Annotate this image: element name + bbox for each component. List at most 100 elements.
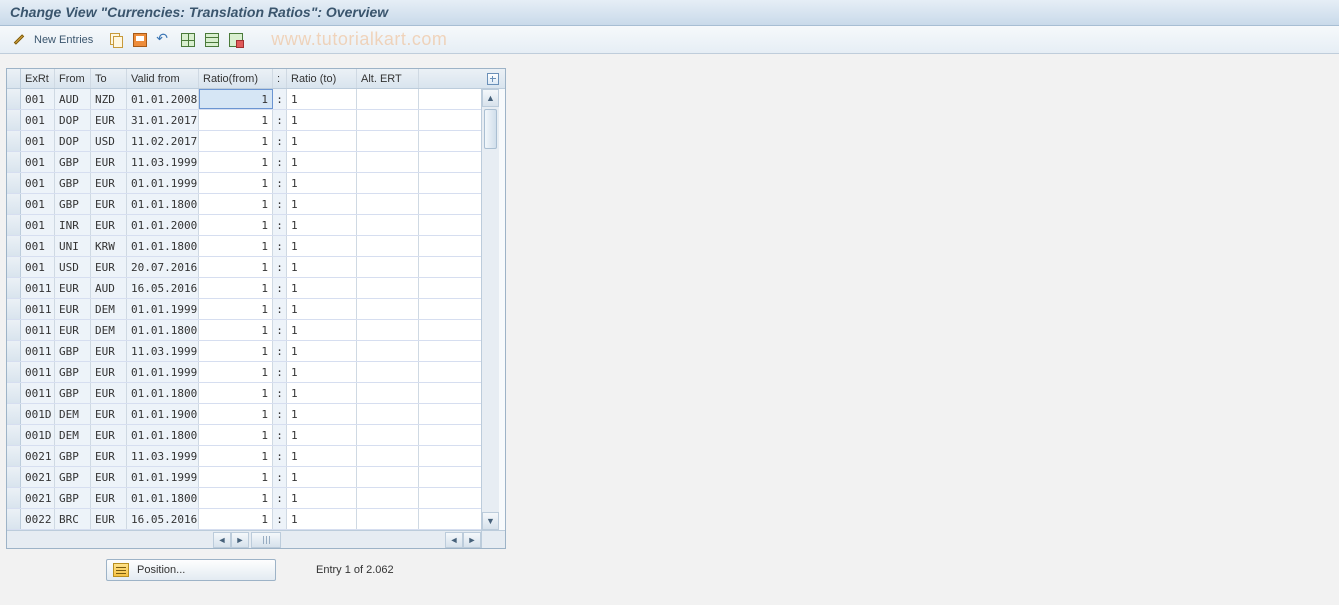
cell-from[interactable]: GBP: [55, 467, 91, 487]
cell-alt-ert[interactable]: [357, 152, 419, 172]
cell-exrt[interactable]: 001: [21, 194, 55, 214]
table-row[interactable]: 001DOPUSD11.02.20171:1: [7, 131, 481, 152]
row-selector[interactable]: [7, 362, 21, 382]
cell-alt-ert[interactable]: [357, 299, 419, 319]
hscroll-right2-icon[interactable]: ►: [463, 532, 481, 548]
cell-ratio-from[interactable]: 1: [199, 257, 273, 277]
select-all-icon[interactable]: [179, 31, 197, 49]
row-selector[interactable]: [7, 278, 21, 298]
cell-alt-ert[interactable]: [357, 404, 419, 424]
col-from[interactable]: From: [55, 69, 91, 88]
cell-to[interactable]: USD: [91, 131, 127, 151]
cell-to[interactable]: EUR: [91, 194, 127, 214]
cell-ratio-from[interactable]: 1: [199, 509, 273, 529]
cell-exrt[interactable]: 001: [21, 215, 55, 235]
cell-ratio-to[interactable]: 1: [287, 488, 357, 508]
col-exrt[interactable]: ExRt: [21, 69, 55, 88]
cell-alt-ert[interactable]: [357, 341, 419, 361]
cell-exrt[interactable]: 0011: [21, 299, 55, 319]
cell-to[interactable]: EUR: [91, 110, 127, 130]
cell-ratio-from[interactable]: 1: [199, 173, 273, 193]
cell-alt-ert[interactable]: [357, 362, 419, 382]
cell-valid-from[interactable]: 01.01.1900: [127, 404, 199, 424]
cell-ratio-from[interactable]: 1: [199, 194, 273, 214]
table-row[interactable]: 0011GBPEUR11.03.19991:1: [7, 341, 481, 362]
select-block-icon[interactable]: [203, 31, 221, 49]
cell-valid-from[interactable]: 11.02.2017: [127, 131, 199, 151]
table-row[interactable]: 0021GBPEUR01.01.19991:1: [7, 467, 481, 488]
cell-valid-from[interactable]: 01.01.1800: [127, 488, 199, 508]
cell-to[interactable]: DEM: [91, 320, 127, 340]
cell-alt-ert[interactable]: [357, 236, 419, 256]
row-selector[interactable]: [7, 299, 21, 319]
cell-valid-from[interactable]: 20.07.2016: [127, 257, 199, 277]
cell-alt-ert[interactable]: [357, 425, 419, 445]
cell-alt-ert[interactable]: [357, 194, 419, 214]
cell-valid-from[interactable]: 01.01.1800: [127, 194, 199, 214]
row-selector[interactable]: [7, 404, 21, 424]
cell-to[interactable]: EUR: [91, 215, 127, 235]
cell-ratio-from[interactable]: 1: [199, 215, 273, 235]
cell-to[interactable]: EUR: [91, 467, 127, 487]
cell-ratio-to[interactable]: 1: [287, 467, 357, 487]
cell-ratio-to[interactable]: 1: [287, 152, 357, 172]
cell-ratio-from[interactable]: 1: [199, 404, 273, 424]
cell-exrt[interactable]: 0021: [21, 446, 55, 466]
row-selector[interactable]: [7, 425, 21, 445]
table-row[interactable]: 0022BRCEUR16.05.20161:1: [7, 509, 481, 530]
cell-to[interactable]: EUR: [91, 509, 127, 529]
cell-valid-from[interactable]: 11.03.1999: [127, 341, 199, 361]
cell-exrt[interactable]: 001: [21, 173, 55, 193]
cell-from[interactable]: BRC: [55, 509, 91, 529]
cell-ratio-to[interactable]: 1: [287, 404, 357, 424]
cell-to[interactable]: KRW: [91, 236, 127, 256]
cell-ratio-to[interactable]: 1: [287, 215, 357, 235]
cell-to[interactable]: NZD: [91, 89, 127, 109]
cell-from[interactable]: EUR: [55, 278, 91, 298]
cell-ratio-from[interactable]: 1: [199, 236, 273, 256]
cell-from[interactable]: GBP: [55, 488, 91, 508]
hscroll-left2-icon[interactable]: ◄: [445, 532, 463, 548]
cell-ratio-to[interactable]: 1: [287, 341, 357, 361]
cell-valid-from[interactable]: 01.01.1999: [127, 299, 199, 319]
cell-ratio-to[interactable]: 1: [287, 110, 357, 130]
delete-icon[interactable]: [227, 31, 245, 49]
row-selector[interactable]: [7, 383, 21, 403]
cell-alt-ert[interactable]: [357, 383, 419, 403]
table-row[interactable]: 0011GBPEUR01.01.19991:1: [7, 362, 481, 383]
cell-alt-ert[interactable]: [357, 446, 419, 466]
save-icon[interactable]: [131, 31, 149, 49]
cell-valid-from[interactable]: 01.01.1800: [127, 383, 199, 403]
cell-from[interactable]: GBP: [55, 194, 91, 214]
row-selector[interactable]: [7, 89, 21, 109]
new-entries-button[interactable]: New Entries: [34, 34, 93, 46]
cell-ratio-from[interactable]: 1: [199, 425, 273, 445]
vscroll-track[interactable]: [482, 107, 499, 512]
toggle-edit-icon[interactable]: [10, 31, 28, 49]
cell-valid-from[interactable]: 01.01.1800: [127, 320, 199, 340]
hscroll-thumb[interactable]: [251, 532, 281, 548]
cell-ratio-from[interactable]: 1: [199, 278, 273, 298]
cell-from[interactable]: DOP: [55, 131, 91, 151]
cell-from[interactable]: EUR: [55, 320, 91, 340]
cell-exrt[interactable]: 0011: [21, 362, 55, 382]
cell-from[interactable]: GBP: [55, 362, 91, 382]
cell-exrt[interactable]: 001: [21, 89, 55, 109]
cell-ratio-to[interactable]: 1: [287, 173, 357, 193]
position-button[interactable]: Position...: [106, 559, 276, 581]
table-row[interactable]: 001INREUR01.01.20001:1: [7, 215, 481, 236]
row-selector[interactable]: [7, 509, 21, 529]
cell-ratio-from[interactable]: 1: [199, 89, 273, 109]
cell-from[interactable]: DOP: [55, 110, 91, 130]
cell-exrt[interactable]: 001: [21, 110, 55, 130]
cell-ratio-from[interactable]: 1: [199, 131, 273, 151]
cell-exrt[interactable]: 001: [21, 236, 55, 256]
cell-exrt[interactable]: 001D: [21, 425, 55, 445]
cell-ratio-from[interactable]: 1: [199, 299, 273, 319]
table-row[interactable]: 001AUDNZD01.01.20081:1: [7, 89, 481, 110]
cell-from[interactable]: AUD: [55, 89, 91, 109]
cell-from[interactable]: GBP: [55, 152, 91, 172]
vscroll-down-icon[interactable]: ▼: [482, 512, 499, 530]
copy-icon[interactable]: [107, 31, 125, 49]
cell-valid-from[interactable]: 01.01.1800: [127, 236, 199, 256]
